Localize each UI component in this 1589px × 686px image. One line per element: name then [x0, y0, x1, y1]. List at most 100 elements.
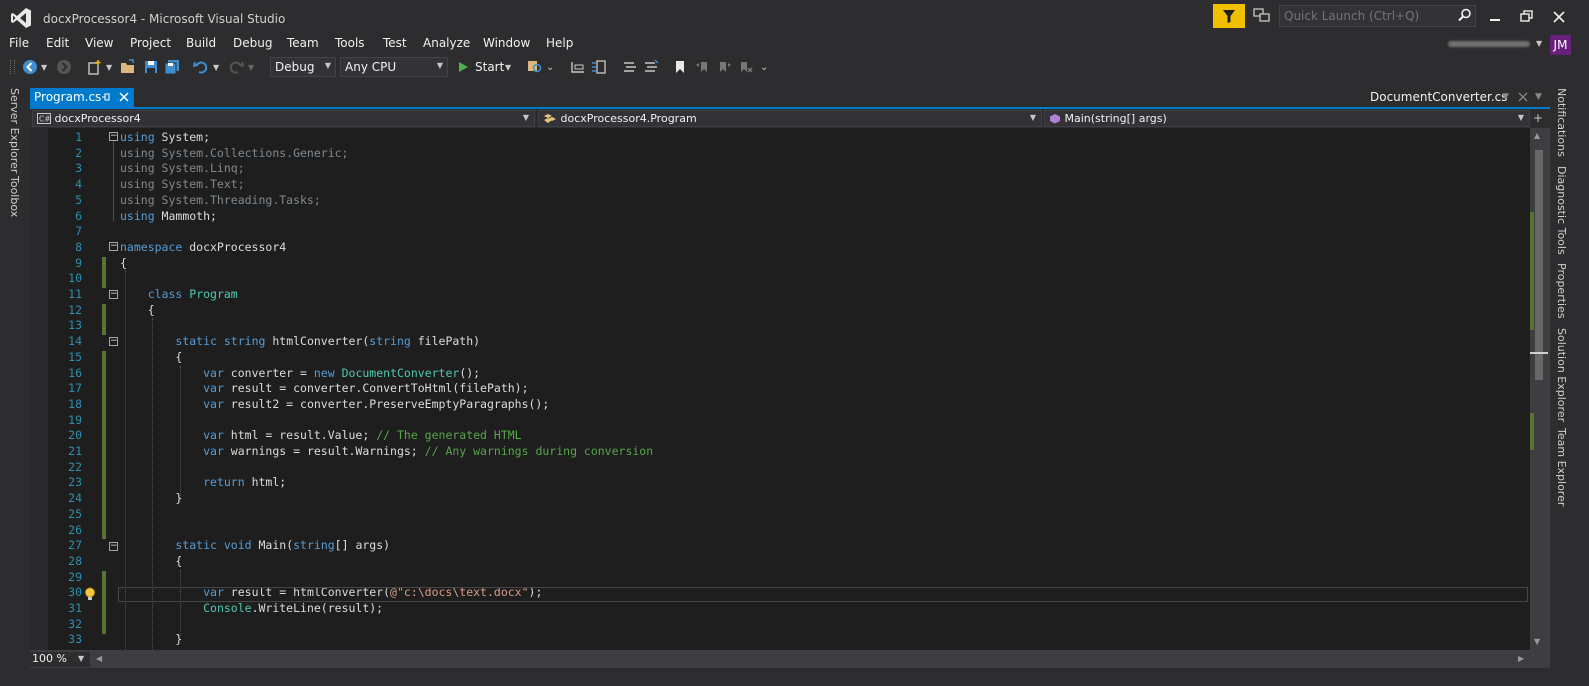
collapse-toggle[interactable]: −	[109, 542, 118, 551]
toolbox-tab[interactable]: Toolbox	[8, 176, 21, 217]
save-all-icon[interactable]	[164, 59, 180, 75]
user-name-redacted[interactable]	[1448, 41, 1530, 47]
previous-bookmark-icon[interactable]	[695, 59, 711, 75]
search-icon[interactable]	[1458, 8, 1472, 22]
diagnostic-tools-tab[interactable]: Diagnostic Tools	[1555, 166, 1568, 255]
account-dropdown-icon[interactable]: ▼	[1536, 39, 1542, 48]
restore-button[interactable]	[1516, 8, 1538, 26]
menu-team[interactable]: Team	[287, 36, 319, 50]
step-into-icon[interactable]	[570, 59, 586, 75]
horizontal-scrollbar[interactable]	[30, 650, 1550, 668]
code-text[interactable]: {	[120, 256, 127, 270]
zoom-level-dropdown[interactable]: 100 % ▼	[30, 652, 90, 667]
code-text[interactable]: using System.Threading.Tasks;	[120, 193, 321, 207]
minimize-button[interactable]	[1484, 8, 1506, 26]
new-item-dropdown-icon[interactable]: ▼	[106, 63, 112, 72]
scroll-down-icon[interactable]: ▼	[1534, 637, 1540, 646]
line-number: 14	[68, 334, 82, 349]
comment-lines-icon[interactable]	[622, 59, 638, 75]
navigate-back-icon[interactable]	[22, 59, 38, 75]
next-bookmark-icon[interactable]	[716, 59, 732, 75]
code-text[interactable]: using System.Collections.Generic;	[120, 146, 348, 160]
project-dropdown[interactable]: C# docxProcessor4 ▼	[32, 110, 535, 127]
split-window-icon[interactable]: +	[1533, 111, 1543, 125]
code-text[interactable]: return html;	[120, 475, 286, 489]
tab-program-cs[interactable]: Program.cs	[30, 88, 134, 107]
close-preview-tab-icon[interactable]	[1518, 92, 1528, 102]
pin-tab-icon[interactable]	[101, 92, 111, 102]
team-explorer-tab[interactable]: Team Explorer	[1555, 428, 1568, 506]
undo-dropdown-icon[interactable]: ▼	[213, 63, 219, 72]
code-text[interactable]: using Mammoth;	[120, 209, 217, 223]
properties-tab[interactable]: Properties	[1555, 263, 1568, 319]
redo-icon[interactable]	[228, 59, 244, 75]
collapse-toggle[interactable]: −	[109, 132, 118, 141]
menu-test[interactable]: Test	[383, 36, 407, 50]
tab-list-dropdown-icon[interactable]: ▼	[1502, 92, 1509, 102]
solution-platform-dropdown[interactable]: Any CPU ▼	[340, 57, 448, 77]
code-text[interactable]: var result2 = converter.PreserveEmptyPar…	[120, 397, 549, 411]
clear-bookmarks-icon[interactable]	[737, 59, 753, 75]
menu-project[interactable]: Project	[130, 36, 171, 50]
feedback-icon[interactable]	[1253, 8, 1271, 24]
tab-document-converter-cs[interactable]: DocumentConverter.cs	[1370, 90, 1508, 104]
code-text[interactable]: class Program	[120, 287, 238, 301]
toolbar-overflow-1[interactable]: ⌄	[546, 62, 554, 73]
lightbulb-icon[interactable]	[84, 587, 96, 601]
start-button[interactable]: Start ▼	[455, 58, 515, 76]
toolbar-overflow-2[interactable]: ⌄	[760, 62, 768, 73]
server-explorer-tab[interactable]: Server Explorer	[8, 88, 21, 173]
code-text[interactable]: var warnings = result.Warnings; // Any w…	[120, 444, 653, 458]
scroll-left-icon[interactable]: ◀	[96, 654, 102, 663]
step-over-icon[interactable]	[591, 59, 607, 75]
close-button[interactable]	[1548, 8, 1570, 26]
scroll-right-icon[interactable]: ▶	[1518, 654, 1524, 663]
notifications-tab[interactable]: Notifications	[1555, 88, 1568, 157]
code-text[interactable]: using System.Linq;	[120, 161, 245, 175]
find-in-files-icon[interactable]	[527, 59, 543, 75]
code-text[interactable]: using System.Text;	[120, 177, 245, 191]
open-file-icon[interactable]	[120, 59, 136, 75]
solution-configuration-dropdown[interactable]: Debug ▼	[270, 57, 336, 77]
uncomment-lines-icon[interactable]	[643, 59, 659, 75]
code-text[interactable]: static void Main(string[] args)	[120, 538, 390, 552]
navigate-back-dropdown-icon[interactable]: ▼	[41, 63, 47, 72]
code-text[interactable]: using System;	[120, 130, 210, 144]
user-avatar[interactable]: JM	[1550, 35, 1571, 55]
undo-icon[interactable]	[193, 59, 209, 75]
new-project-icon[interactable]	[86, 59, 102, 75]
menu-view[interactable]: View	[85, 36, 113, 50]
quick-launch-input[interactable]	[1280, 6, 1458, 26]
close-tab-icon[interactable]	[119, 92, 129, 102]
code-text[interactable]: var converter = new DocumentConverter();	[120, 366, 480, 380]
menu-help[interactable]: Help	[546, 36, 573, 50]
bookmark-icon[interactable]	[672, 59, 688, 75]
scrollbar-thumb[interactable]	[1535, 150, 1543, 380]
menu-edit[interactable]: Edit	[46, 36, 69, 50]
code-text[interactable]: namespace docxProcessor4	[120, 240, 286, 254]
menu-debug[interactable]: Debug	[233, 36, 272, 50]
menu-window[interactable]: Window	[483, 36, 530, 50]
redo-dropdown-icon[interactable]: ▼	[248, 63, 254, 72]
class-dropdown[interactable]: docxProcessor4.Program ▼	[538, 110, 1042, 127]
code-line: 32	[30, 617, 1530, 633]
code-text[interactable]: Console.WriteLine(result);	[120, 601, 383, 615]
navigate-forward-icon[interactable]	[56, 59, 72, 75]
window-position-dropdown-icon[interactable]: ▼	[1535, 92, 1542, 102]
member-dropdown[interactable]: Main(string[] args) ▼	[1044, 110, 1530, 127]
code-text[interactable]: var result = converter.ConvertToHtml(fil…	[120, 381, 528, 395]
menu-file[interactable]: File	[9, 36, 29, 50]
save-icon[interactable]	[143, 59, 159, 75]
menu-build[interactable]: Build	[186, 36, 216, 50]
toolbar-grip[interactable]	[10, 60, 15, 74]
menu-tools[interactable]: Tools	[335, 36, 365, 50]
quick-launch-box[interactable]	[1279, 5, 1476, 27]
collapse-toggle[interactable]: −	[109, 290, 118, 299]
scroll-up-icon[interactable]: ▲	[1534, 131, 1540, 140]
collapse-toggle[interactable]: −	[109, 337, 118, 346]
code-text[interactable]: static string htmlConverter(string fileP…	[120, 334, 480, 348]
menu-analyze[interactable]: Analyze	[423, 36, 470, 50]
solution-explorer-tab[interactable]: Solution Explorer	[1555, 328, 1568, 422]
collapse-toggle[interactable]: −	[109, 242, 118, 251]
notifications-filter-icon[interactable]	[1213, 4, 1245, 28]
